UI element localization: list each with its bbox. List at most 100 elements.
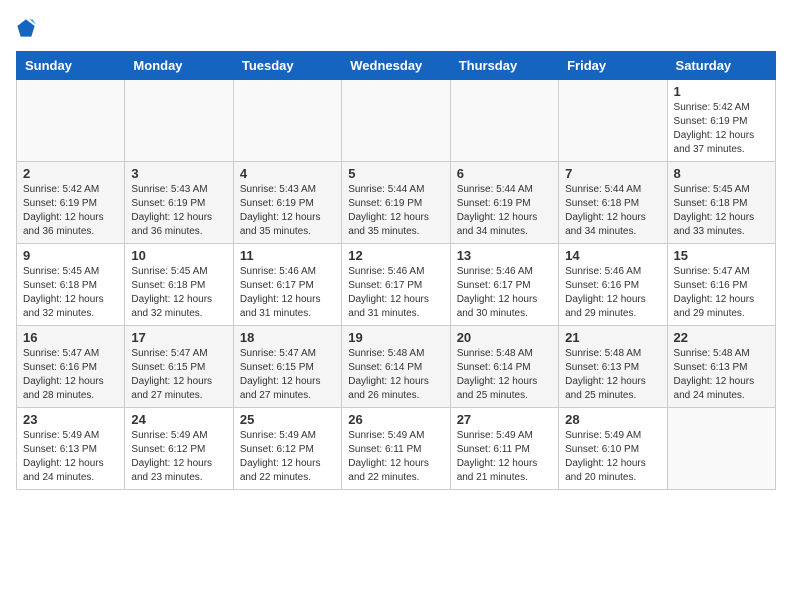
calendar-cell: 24 Sunrise: 5:49 AM Sunset: 6:12 PM Dayli… bbox=[125, 408, 233, 490]
day-number: 20 bbox=[457, 330, 552, 345]
day-info: Sunrise: 5:44 AM Sunset: 6:18 PM Dayligh… bbox=[565, 183, 660, 239]
day-number: 23 bbox=[23, 412, 118, 427]
calendar-cell: 8 Sunrise: 5:45 AM Sunset: 6:18 PM Daylig… bbox=[667, 162, 775, 244]
day-number: 3 bbox=[131, 166, 226, 181]
calendar-header-row: SundayMondayTuesdayWednesdayThursdayFrid… bbox=[17, 52, 776, 80]
calendar-cell bbox=[667, 408, 775, 490]
calendar-cell: 12 Sunrise: 5:46 AM Sunset: 6:17 PM Dayli… bbox=[342, 244, 450, 326]
day-info: Sunrise: 5:42 AM Sunset: 6:19 PM Dayligh… bbox=[23, 183, 118, 239]
day-info: Sunrise: 5:44 AM Sunset: 6:19 PM Dayligh… bbox=[348, 183, 443, 239]
day-number: 8 bbox=[674, 166, 769, 181]
day-of-week-header: Saturday bbox=[667, 52, 775, 80]
calendar-cell bbox=[233, 80, 341, 162]
calendar-cell: 4 Sunrise: 5:43 AM Sunset: 6:19 PM Daylig… bbox=[233, 162, 341, 244]
day-number: 26 bbox=[348, 412, 443, 427]
day-info: Sunrise: 5:48 AM Sunset: 6:13 PM Dayligh… bbox=[674, 347, 769, 403]
calendar-cell: 22 Sunrise: 5:48 AM Sunset: 6:13 PM Dayli… bbox=[667, 326, 775, 408]
day-of-week-header: Friday bbox=[559, 52, 667, 80]
day-info: Sunrise: 5:48 AM Sunset: 6:13 PM Dayligh… bbox=[565, 347, 660, 403]
calendar-cell: 13Sunrise: 5:46 AM Sunset: 6:17 PM Dayli… bbox=[450, 244, 558, 326]
day-info: Sunrise: 5:47 AM Sunset: 6:16 PM Dayligh… bbox=[23, 347, 118, 403]
day-info: Sunrise: 5:49 AM Sunset: 6:11 PM Dayligh… bbox=[348, 429, 443, 485]
day-info: Sunrise: 5:49 AM Sunset: 6:13 PM Dayligh… bbox=[23, 429, 118, 485]
day-of-week-header: Sunday bbox=[17, 52, 125, 80]
day-info: Sunrise: 5:47 AM Sunset: 6:15 PM Dayligh… bbox=[131, 347, 226, 403]
day-info: Sunrise: 5:49 AM Sunset: 6:11 PM Dayligh… bbox=[457, 429, 552, 485]
calendar-week-row: 23 Sunrise: 5:49 AM Sunset: 6:13 PM Dayli… bbox=[17, 408, 776, 490]
day-number: 24 bbox=[131, 412, 226, 427]
calendar-cell: 20 Sunrise: 5:48 AM Sunset: 6:14 PM Dayli… bbox=[450, 326, 558, 408]
day-number: 12 bbox=[348, 248, 443, 263]
calendar-cell: 10 Sunrise: 5:45 AM Sunset: 6:18 PM Dayli… bbox=[125, 244, 233, 326]
day-info: Sunrise: 5:43 AM Sunset: 6:19 PM Dayligh… bbox=[240, 183, 335, 239]
day-number: 25 bbox=[240, 412, 335, 427]
calendar-cell bbox=[450, 80, 558, 162]
day-info: Sunrise: 5:42 AM Sunset: 6:19 PM Dayligh… bbox=[674, 101, 769, 157]
day-number: 6 bbox=[457, 166, 552, 181]
day-info: Sunrise: 5:43 AM Sunset: 6:19 PM Dayligh… bbox=[131, 183, 226, 239]
calendar-cell: 5 Sunrise: 5:44 AM Sunset: 6:19 PM Daylig… bbox=[342, 162, 450, 244]
page-header bbox=[16, 16, 776, 39]
day-number: 16 bbox=[23, 330, 118, 345]
calendar-cell: 25 Sunrise: 5:49 AM Sunset: 6:12 PM Dayli… bbox=[233, 408, 341, 490]
calendar-cell: 18Sunrise: 5:47 AM Sunset: 6:15 PM Dayli… bbox=[233, 326, 341, 408]
day-info: Sunrise: 5:48 AM Sunset: 6:14 PM Dayligh… bbox=[348, 347, 443, 403]
day-number: 5 bbox=[348, 166, 443, 181]
day-info: Sunrise: 5:48 AM Sunset: 6:14 PM Dayligh… bbox=[457, 347, 552, 403]
day-number: 17 bbox=[131, 330, 226, 345]
day-number: 9 bbox=[23, 248, 118, 263]
logo-icon bbox=[16, 18, 36, 38]
day-number: 28 bbox=[565, 412, 660, 427]
day-number: 19 bbox=[348, 330, 443, 345]
day-of-week-header: Thursday bbox=[450, 52, 558, 80]
day-number: 14 bbox=[565, 248, 660, 263]
calendar-cell: 26 Sunrise: 5:49 AM Sunset: 6:11 PM Dayli… bbox=[342, 408, 450, 490]
calendar-week-row: 16 Sunrise: 5:47 AM Sunset: 6:16 PM Dayli… bbox=[17, 326, 776, 408]
day-number: 11 bbox=[240, 248, 335, 263]
day-number: 2 bbox=[23, 166, 118, 181]
day-number: 10 bbox=[131, 248, 226, 263]
day-number: 7 bbox=[565, 166, 660, 181]
day-number: 13 bbox=[457, 248, 552, 263]
calendar-cell: 9 Sunrise: 5:45 AM Sunset: 6:18 PM Daylig… bbox=[17, 244, 125, 326]
calendar-cell: 15 Sunrise: 5:47 AM Sunset: 6:16 PM Dayli… bbox=[667, 244, 775, 326]
calendar-cell: 23 Sunrise: 5:49 AM Sunset: 6:13 PM Dayli… bbox=[17, 408, 125, 490]
day-info: Sunrise: 5:47 AM Sunset: 6:16 PM Dayligh… bbox=[674, 265, 769, 321]
day-number: 21 bbox=[565, 330, 660, 345]
calendar-week-row: 9 Sunrise: 5:45 AM Sunset: 6:18 PM Daylig… bbox=[17, 244, 776, 326]
calendar-week-row: 1 Sunrise: 5:42 AM Sunset: 6:19 PM Daylig… bbox=[17, 80, 776, 162]
day-of-week-header: Tuesday bbox=[233, 52, 341, 80]
day-number: 22 bbox=[674, 330, 769, 345]
day-info: Sunrise: 5:46 AM Sunset: 6:17 PM Dayligh… bbox=[240, 265, 335, 321]
day-number: 18 bbox=[240, 330, 335, 345]
day-info: Sunrise: 5:46 AM Sunset: 6:17 PM Dayligh… bbox=[348, 265, 443, 321]
day-info: Sunrise: 5:45 AM Sunset: 6:18 PM Dayligh… bbox=[23, 265, 118, 321]
calendar-cell bbox=[17, 80, 125, 162]
day-info: Sunrise: 5:49 AM Sunset: 6:12 PM Dayligh… bbox=[240, 429, 335, 485]
day-of-week-header: Wednesday bbox=[342, 52, 450, 80]
calendar-cell bbox=[342, 80, 450, 162]
day-of-week-header: Monday bbox=[125, 52, 233, 80]
day-info: Sunrise: 5:44 AM Sunset: 6:19 PM Dayligh… bbox=[457, 183, 552, 239]
day-info: Sunrise: 5:49 AM Sunset: 6:10 PM Dayligh… bbox=[565, 429, 660, 485]
day-info: Sunrise: 5:45 AM Sunset: 6:18 PM Dayligh… bbox=[131, 265, 226, 321]
logo bbox=[16, 16, 40, 39]
day-info: Sunrise: 5:45 AM Sunset: 6:18 PM Dayligh… bbox=[674, 183, 769, 239]
day-number: 1 bbox=[674, 84, 769, 99]
calendar-cell: 2 Sunrise: 5:42 AM Sunset: 6:19 PM Daylig… bbox=[17, 162, 125, 244]
calendar: SundayMondayTuesdayWednesdayThursdayFrid… bbox=[16, 51, 776, 490]
calendar-cell: 11 Sunrise: 5:46 AM Sunset: 6:17 PM Dayli… bbox=[233, 244, 341, 326]
calendar-cell: 16 Sunrise: 5:47 AM Sunset: 6:16 PM Dayli… bbox=[17, 326, 125, 408]
calendar-cell bbox=[559, 80, 667, 162]
calendar-cell: 14Sunrise: 5:46 AM Sunset: 6:16 PM Dayli… bbox=[559, 244, 667, 326]
calendar-cell: 19 Sunrise: 5:48 AM Sunset: 6:14 PM Dayli… bbox=[342, 326, 450, 408]
calendar-cell: 17 Sunrise: 5:47 AM Sunset: 6:15 PM Dayli… bbox=[125, 326, 233, 408]
day-number: 4 bbox=[240, 166, 335, 181]
calendar-week-row: 2 Sunrise: 5:42 AM Sunset: 6:19 PM Daylig… bbox=[17, 162, 776, 244]
calendar-cell: 28 Sunrise: 5:49 AM Sunset: 6:10 PM Dayli… bbox=[559, 408, 667, 490]
calendar-cell: 7 Sunrise: 5:44 AM Sunset: 6:18 PM Daylig… bbox=[559, 162, 667, 244]
calendar-cell: 3 Sunrise: 5:43 AM Sunset: 6:19 PM Daylig… bbox=[125, 162, 233, 244]
calendar-cell: 1 Sunrise: 5:42 AM Sunset: 6:19 PM Daylig… bbox=[667, 80, 775, 162]
day-number: 15 bbox=[674, 248, 769, 263]
day-info: Sunrise: 5:49 AM Sunset: 6:12 PM Dayligh… bbox=[131, 429, 226, 485]
